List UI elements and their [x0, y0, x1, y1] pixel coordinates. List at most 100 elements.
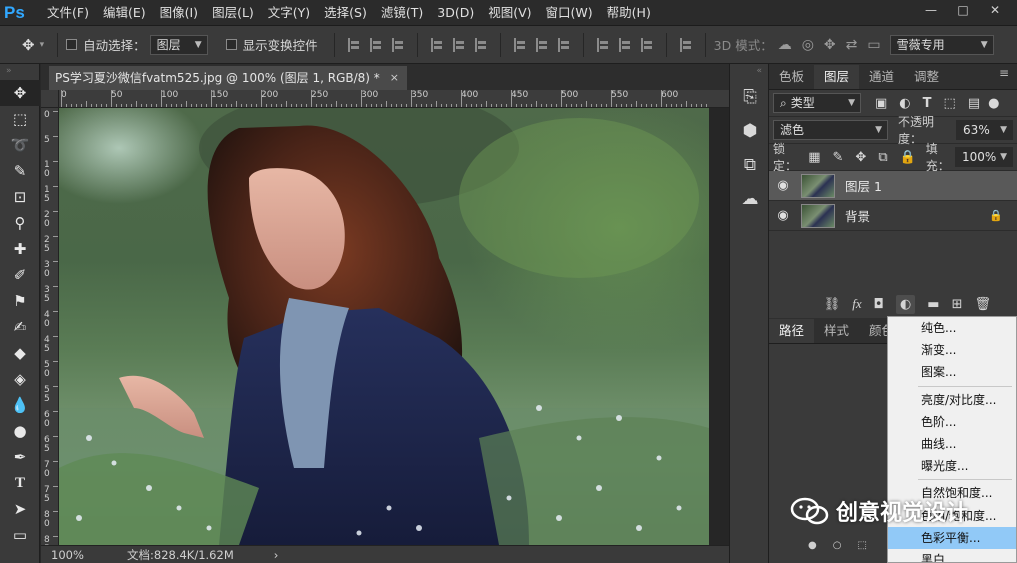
- properties-panel-icon[interactable]: ⧉: [730, 148, 770, 182]
- document-tab[interactable]: PS学习夏沙微信fvatm525.jpg @ 100% (图层 1, RGB/8…: [49, 66, 407, 90]
- align-hcenter-icon[interactable]: [452, 37, 465, 52]
- shape-tool-icon[interactable]: ▭: [0, 522, 40, 548]
- paint-bucket-tool-icon[interactable]: ◈: [0, 366, 40, 392]
- panel-collapse-icon[interactable]: »: [0, 64, 39, 80]
- clone-stamp-tool-icon[interactable]: ⚑: [0, 288, 40, 314]
- chevron-down-icon[interactable]: ▾: [40, 40, 45, 50]
- maximize-button[interactable]: □: [947, 0, 979, 20]
- quick-select-tool-icon[interactable]: ✎: [0, 158, 40, 184]
- align-right-icon[interactable]: [474, 37, 487, 52]
- new-group-folder-icon[interactable]: ▬: [927, 297, 939, 312]
- menu-item-color-balance[interactable]: 色彩平衡...: [888, 526, 1016, 549]
- history-brush-tool-icon[interactable]: ✍: [0, 314, 40, 340]
- lock-transparent-icon[interactable]: ▦: [808, 150, 820, 165]
- filter-shape-icon[interactable]: ⬚: [944, 96, 956, 111]
- link-layers-icon[interactable]: ⛓: [824, 297, 841, 312]
- lock-position-icon[interactable]: ✥: [855, 150, 866, 165]
- align-vcenter-icon[interactable]: [369, 37, 382, 52]
- history-panel-icon[interactable]: ⎘: [730, 80, 770, 114]
- align-top-icon[interactable]: [347, 37, 360, 52]
- eye-icon[interactable]: ◉: [769, 178, 797, 193]
- status-expand-arrow[interactable]: ›: [274, 548, 279, 562]
- distribute-top-icon[interactable]: [513, 37, 526, 52]
- tab-layers[interactable]: 图层: [814, 65, 860, 89]
- healing-brush-tool-icon[interactable]: ✚: [0, 236, 40, 262]
- type-tool-icon[interactable]: T: [0, 470, 40, 496]
- delete-layer-icon[interactable]: 🗑: [974, 297, 991, 312]
- align-bottom-icon[interactable]: [391, 37, 404, 52]
- move-tool-icon[interactable]: ✥: [0, 80, 40, 106]
- zoom-level[interactable]: 100%: [51, 548, 111, 562]
- fill-field[interactable]: 100% ▼: [955, 147, 1013, 167]
- menu-item-black-white[interactable]: 黑白...: [888, 549, 1016, 562]
- menu-select[interactable]: 选择(S): [317, 0, 374, 26]
- 3d-roll-icon[interactable]: ◎: [802, 37, 814, 53]
- tab-paths[interactable]: 路径: [769, 319, 815, 343]
- new-adjustment-layer-icon[interactable]: ◐: [895, 294, 916, 314]
- creative-cloud-icon[interactable]: ☁: [730, 182, 770, 216]
- menu-view[interactable]: 视图(V): [481, 0, 538, 26]
- new-layer-icon[interactable]: ⊞: [952, 297, 963, 312]
- layer-filter-dropdown[interactable]: ⌕ 类型 ▼: [773, 93, 861, 113]
- menu-item-levels[interactable]: 色阶...: [888, 411, 1016, 433]
- vertical-ruler[interactable]: 0 5 10 15 20 25 30 35 40 45 50 55 60 65 70 75 80 85: [41, 108, 59, 545]
- tab-adjustments[interactable]: 调整: [904, 65, 949, 89]
- blur-tool-icon[interactable]: 💧: [0, 392, 40, 418]
- close-window-button[interactable]: ✕: [979, 0, 1011, 20]
- minimize-button[interactable]: —: [915, 0, 947, 20]
- menu-image[interactable]: 图像(I): [153, 0, 205, 26]
- lock-all-icon[interactable]: 🔒: [900, 150, 916, 165]
- menu-item-brightness-contrast[interactable]: 亮度/对比度...: [888, 389, 1016, 411]
- close-tab-icon[interactable]: ×: [390, 66, 399, 90]
- menu-item-gradient[interactable]: 渐变...: [888, 339, 1016, 361]
- 3d-drag-icon[interactable]: ✥: [824, 37, 836, 53]
- lock-artboard-icon[interactable]: ⧉: [878, 150, 887, 165]
- lock-image-icon[interactable]: ✎: [833, 150, 844, 165]
- ruler-origin[interactable]: [41, 90, 59, 108]
- menu-help[interactable]: 帮助(H): [600, 0, 658, 26]
- menu-layer[interactable]: 图层(L): [205, 0, 261, 26]
- menu-item-vibrance[interactable]: 自然饱和度...: [888, 482, 1016, 504]
- marquee-tool-icon[interactable]: ⬚: [0, 106, 40, 132]
- filter-toggle-icon[interactable]: ●: [988, 96, 999, 111]
- add-mask-icon[interactable]: ◘: [874, 297, 884, 312]
- eyedropper-tool-icon[interactable]: ⚲: [0, 210, 40, 236]
- 3d-scale-icon[interactable]: ▭: [867, 37, 880, 53]
- menu-edit[interactable]: 编辑(E): [96, 0, 153, 26]
- menu-window[interactable]: 窗口(W): [539, 0, 600, 26]
- menu-filter[interactable]: 滤镜(T): [374, 0, 430, 26]
- menu-type[interactable]: 文字(Y): [261, 0, 317, 26]
- layer-row-layer1[interactable]: ◉ 图层 1: [769, 171, 1017, 201]
- eraser-tool-icon[interactable]: ◆: [0, 340, 40, 366]
- layer-name[interactable]: 图层 1: [845, 176, 882, 195]
- workspace-dropdown[interactable]: 雪薇专用 ▼: [889, 34, 994, 55]
- 3d-panel-icon[interactable]: ⬢: [730, 114, 770, 148]
- panel-menu-icon[interactable]: ≡: [999, 66, 1009, 80]
- tab-swatches[interactable]: 色板: [769, 65, 814, 89]
- menu-3d[interactable]: 3D(D): [430, 0, 481, 26]
- menu-item-hue-saturation[interactable]: 色相/饱和度...: [888, 505, 1016, 527]
- menu-item-solid-color[interactable]: 纯色...: [888, 317, 1016, 339]
- show-transform-checkbox[interactable]: [225, 39, 237, 50]
- auto-select-target-dropdown[interactable]: 图层 ▼: [149, 34, 208, 55]
- auto-select-checkbox[interactable]: [66, 39, 78, 50]
- canvas-area[interactable]: [59, 108, 729, 545]
- menu-item-pattern[interactable]: 图案...: [888, 361, 1016, 383]
- distribute-hcenter-icon[interactable]: [618, 37, 631, 52]
- blend-mode-dropdown[interactable]: 滤色 ▼: [773, 120, 888, 140]
- eye-icon[interactable]: ◉: [769, 208, 797, 223]
- tab-channels[interactable]: 通道: [859, 65, 904, 89]
- filter-type-icon[interactable]: T: [923, 96, 932, 111]
- distribute-bottom-icon[interactable]: [557, 37, 570, 52]
- layer-style-fx-icon[interactable]: fx: [852, 296, 861, 312]
- brush-tool-icon[interactable]: ✐: [0, 262, 40, 288]
- pen-tool-icon[interactable]: ✒: [0, 444, 40, 470]
- menu-item-exposure[interactable]: 曝光度...: [888, 455, 1016, 477]
- filter-adjustment-icon[interactable]: ◐: [899, 96, 910, 111]
- 3d-rotate-icon[interactable]: ☁: [778, 37, 792, 53]
- tab-styles[interactable]: 样式: [814, 319, 859, 343]
- filter-smart-object-icon[interactable]: ▤: [968, 96, 980, 111]
- distribute-vcenter-icon[interactable]: [535, 37, 548, 52]
- menu-item-curves[interactable]: 曲线...: [888, 433, 1016, 455]
- lasso-tool-icon[interactable]: ➰: [0, 132, 40, 158]
